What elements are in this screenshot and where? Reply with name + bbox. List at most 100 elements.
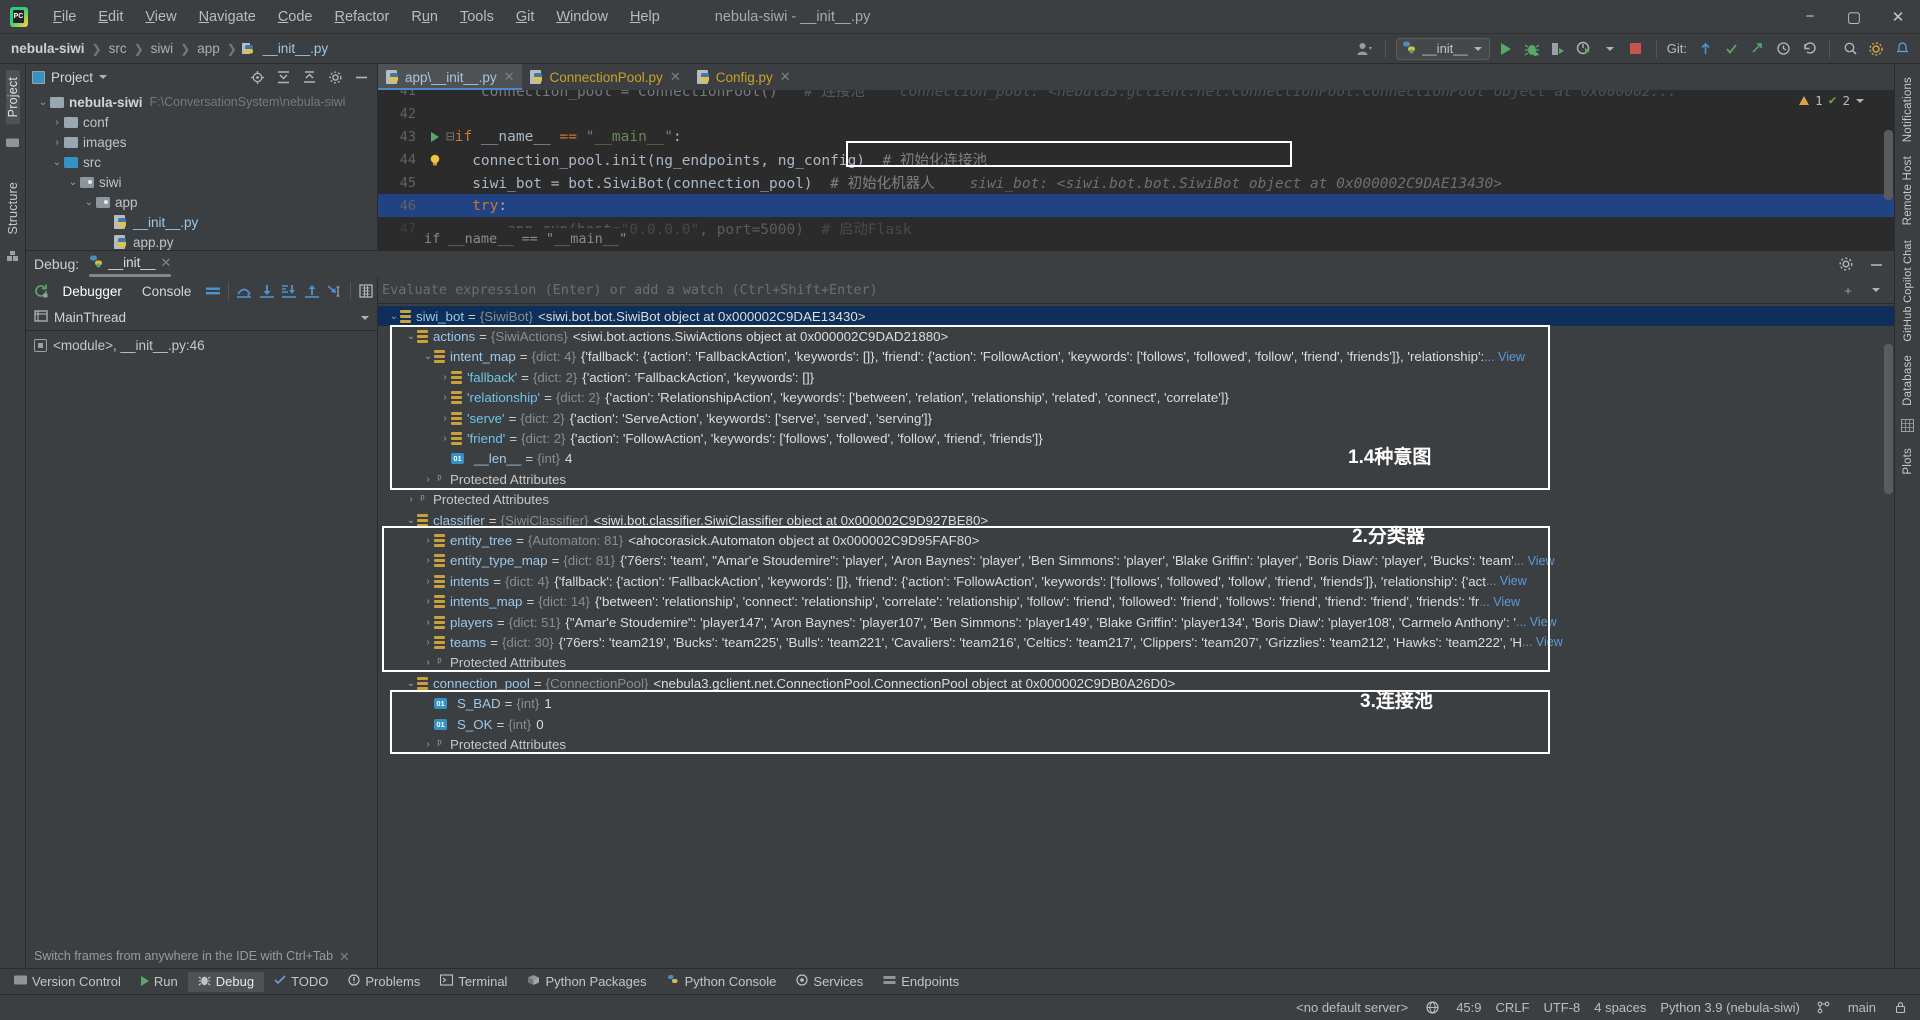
chevron-right-icon[interactable]: ›	[50, 137, 64, 148]
code-editor[interactable]: 41 connection_pool = ConnectionPool() # …	[378, 90, 1894, 250]
view-link[interactable]: ... View	[1486, 574, 1527, 588]
force-step-into-icon[interactable]	[278, 278, 301, 304]
chevron-down-icon[interactable]	[1856, 98, 1864, 103]
notifications-icon[interactable]	[1892, 39, 1912, 59]
bottom-tab-python-console[interactable]: Python Console	[657, 972, 787, 992]
chevron-down-icon[interactable]: ⌄	[50, 157, 64, 168]
intention-bulb-icon[interactable]	[424, 153, 446, 167]
frame-item-module-init-46[interactable]: <module>, __init__.py:46	[26, 334, 377, 356]
editor-tab-config[interactable]: Config.py ✕	[689, 64, 799, 90]
var-row-friend[interactable]: › 'friend' = {dict: 2} {'action': 'Follow…	[378, 428, 1894, 448]
gear-icon[interactable]	[1836, 254, 1856, 274]
view-link[interactable]: ... View	[1484, 350, 1525, 364]
bottom-tab-run[interactable]: Run	[131, 972, 188, 991]
chevron-right-icon[interactable]: ›	[439, 392, 451, 403]
breadcrumb-item-1[interactable]: src	[106, 40, 130, 57]
commit-strip-icon[interactable]	[6, 136, 19, 151]
chevron-down-icon[interactable]	[361, 315, 369, 320]
variables-scrollbar[interactable]	[1884, 344, 1893, 494]
evaluate-expression-bar[interactable]: Evaluate expression (Enter) or add a wat…	[378, 277, 1894, 304]
menu-item-tools[interactable]: Tools	[449, 5, 505, 29]
breadcrumb-item-2[interactable]: siwi	[148, 40, 177, 57]
debug-bug-icon[interactable]	[1522, 39, 1542, 59]
chevron-right-icon[interactable]: ›	[422, 637, 434, 648]
chevron-right-icon[interactable]: ›	[422, 555, 434, 566]
breadcrumb-item-0[interactable]: nebula-siwi	[8, 40, 88, 57]
chevron-down-icon[interactable]: ⌄	[388, 311, 400, 322]
gear-icon[interactable]	[1866, 39, 1886, 59]
tree-item-app[interactable]: ⌄ app	[26, 192, 377, 212]
var-row-protected-attributes[interactable]: › ᵖ Protected Attributes	[378, 490, 1894, 510]
status-caret-position[interactable]: 45:9	[1456, 1000, 1481, 1015]
bottom-tab-problems[interactable]: Problems	[338, 972, 430, 991]
coverage-icon[interactable]	[1548, 39, 1568, 59]
close-icon[interactable]: ✕	[339, 949, 349, 964]
evaluate-expression-icon[interactable]	[354, 278, 377, 304]
profiler-icon[interactable]	[1574, 39, 1594, 59]
code-breadcrumb[interactable]: if __name__ == "__main__"	[424, 228, 628, 250]
step-into-icon[interactable]	[255, 278, 278, 304]
tab-debugger[interactable]: Debugger	[53, 282, 132, 301]
undo-icon[interactable]	[1799, 39, 1819, 59]
tree-item-conf[interactable]: › conf	[26, 112, 377, 132]
chevron-down-icon[interactable]: ⌄	[82, 197, 96, 208]
chevron-right-icon[interactable]: ›	[422, 535, 434, 546]
breadcrumb-item-3[interactable]: app	[194, 40, 223, 57]
locate-icon[interactable]	[247, 67, 267, 87]
tool-window-button-remote-host[interactable]: Remote Host	[1902, 149, 1914, 232]
run-to-cursor-icon[interactable]	[323, 278, 346, 304]
hide-icon[interactable]	[351, 67, 371, 87]
variables-tree[interactable]: ⌄ siwi_bot = {SiwiBot} <siwi.bot.bot.Siwi…	[378, 304, 1894, 968]
close-icon[interactable]: ✕	[160, 255, 171, 271]
menu-item-git[interactable]: Git	[505, 5, 546, 29]
bottom-tab-debug[interactable]: Debug	[187, 971, 265, 992]
history-icon[interactable]	[1773, 39, 1793, 59]
tab-console[interactable]: Console	[132, 282, 202, 301]
menu-item-file[interactable]: File	[42, 5, 87, 29]
sync-icon[interactable]	[1422, 998, 1442, 1018]
close-icon[interactable]: ✕	[780, 69, 791, 85]
breadcrumb-item-4[interactable]: __init__.py	[260, 40, 331, 57]
var-row-intent-map[interactable]: ⌄ intent_map = {dict: 4} {'fallback': {'a…	[378, 347, 1894, 367]
var-row-actions[interactable]: ⌄ actions = {SiwiActions} <siwi.bot.actio…	[378, 326, 1894, 346]
tool-window-button-structure[interactable]: Structure	[6, 175, 20, 242]
chevron-right-icon[interactable]: ›	[422, 739, 434, 750]
view-link[interactable]: ... View	[1516, 615, 1557, 629]
view-link[interactable]: ... View	[1522, 635, 1563, 649]
chevron-right-icon[interactable]: ›	[50, 117, 64, 128]
var-row-entity-tree[interactable]: › entity_tree = {Automaton: 81} <ahocoras…	[378, 530, 1894, 550]
status-interpreter[interactable]: Python 3.9 (nebula-siwi)	[1660, 1000, 1799, 1015]
tool-window-button-copilot-chat[interactable]: GitHub Copilot Chat	[1902, 233, 1914, 349]
menu-item-view[interactable]: View	[134, 5, 187, 29]
tool-window-button-plots[interactable]: Plots	[1902, 441, 1914, 482]
chevron-down-icon[interactable]: ⌄	[405, 515, 417, 526]
menu-item-refactor[interactable]: Refactor	[324, 5, 401, 29]
var-row-protected-attributes[interactable]: › ᵖ Protected Attributes	[378, 469, 1894, 489]
inspection-widget[interactable]: 1 ✔ 2	[1795, 92, 1868, 109]
gear-icon[interactable]	[325, 67, 345, 87]
tool-window-button-project[interactable]: Project	[5, 70, 20, 125]
plots-strip-icon[interactable]	[1901, 419, 1914, 435]
editor-scrollbar[interactable]	[1884, 130, 1893, 200]
lock-icon[interactable]	[1890, 998, 1910, 1018]
frame-list[interactable]: <module>, __init__.py:46	[26, 331, 377, 944]
tree-item-init-py[interactable]: __init__.py	[26, 212, 377, 232]
var-row-siwi-bot[interactable]: ⌄ siwi_bot = {SiwiBot} <siwi.bot.bot.Siwi…	[378, 306, 1894, 327]
close-icon[interactable]: ✕	[670, 69, 681, 85]
chevron-down-icon[interactable]	[1866, 280, 1886, 300]
stop-button[interactable]	[1626, 39, 1646, 59]
var-row-s-bad[interactable]: 01 S_BAD = {int} 1	[378, 693, 1894, 713]
bottom-tab-python-packages[interactable]: Python Packages	[517, 972, 656, 991]
chevron-right-icon[interactable]: ›	[439, 372, 451, 383]
step-over-icon[interactable]	[233, 278, 256, 304]
thread-selector[interactable]: MainThread	[26, 305, 377, 331]
status-indent[interactable]: 4 spaces	[1594, 1000, 1646, 1015]
rerun-icon[interactable]	[30, 278, 53, 304]
chevron-right-icon[interactable]: ›	[405, 494, 417, 505]
close-icon[interactable]: ✕	[504, 69, 515, 85]
menu-item-window[interactable]: Window	[545, 5, 619, 29]
run-configuration-selector[interactable]: __init__	[1396, 37, 1490, 60]
menu-item-help[interactable]: Help	[619, 5, 671, 29]
status-encoding[interactable]: UTF-8	[1543, 1000, 1580, 1015]
menu-bar[interactable]: File Edit View Navigate Code Refactor Ru…	[42, 5, 671, 29]
